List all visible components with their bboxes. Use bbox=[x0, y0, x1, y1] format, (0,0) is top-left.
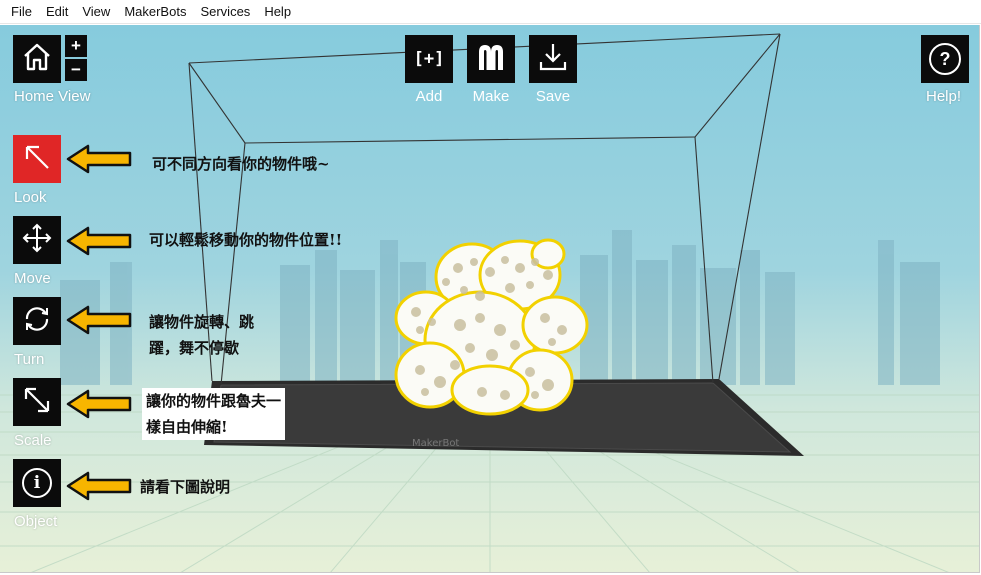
rotate-icon bbox=[20, 302, 54, 341]
svg-text:MakerBot: MakerBot bbox=[412, 438, 459, 449]
move-annotation: 可以輕鬆移動你的物件位置!! bbox=[149, 231, 343, 249]
look-arrow-icon bbox=[66, 144, 132, 174]
home-view-label: Home View bbox=[14, 88, 91, 105]
scale-tool-button[interactable] bbox=[13, 378, 61, 426]
home-icon bbox=[20, 40, 54, 79]
look-label: Look bbox=[14, 189, 47, 206]
turn-arrow-icon bbox=[66, 305, 132, 335]
menu-makerbots[interactable]: MakerBots bbox=[117, 0, 193, 24]
save-label: Save bbox=[535, 88, 571, 105]
make-label: Make bbox=[472, 88, 510, 105]
turn-annotation: 讓物件旋轉、跳 躍，舞不停歇 bbox=[149, 313, 255, 357]
makerbot-m-icon bbox=[474, 40, 508, 79]
look-tool-button[interactable] bbox=[13, 135, 61, 183]
menu-file[interactable]: File bbox=[4, 0, 39, 24]
menu-bar: File Edit View MakerBots Services Help bbox=[0, 0, 981, 24]
look-annotation: 可不同方向看你的物件哦~ bbox=[152, 155, 330, 173]
object-annotation: 請看下圖說明 bbox=[140, 478, 231, 496]
zoom-in-button[interactable]: + bbox=[65, 35, 87, 57]
object-arrow-icon bbox=[66, 471, 132, 501]
save-button[interactable] bbox=[529, 35, 577, 83]
resize-arrow-icon bbox=[20, 383, 54, 422]
diagonal-arrow-icon bbox=[20, 140, 54, 179]
add-button[interactable]: [+] bbox=[405, 35, 453, 83]
move-tool-button[interactable] bbox=[13, 216, 61, 264]
help-label: Help! bbox=[926, 88, 962, 105]
home-view-button[interactable] bbox=[13, 35, 61, 83]
make-button[interactable] bbox=[467, 35, 515, 83]
help-button[interactable]: ? bbox=[921, 35, 969, 83]
download-icon bbox=[536, 40, 570, 79]
object-label: Object bbox=[14, 513, 58, 530]
menu-services[interactable]: Services bbox=[193, 0, 257, 24]
scale-annotation: 讓你的物件跟魯夫一 樣自由伸縮! bbox=[142, 388, 286, 440]
turn-label: Turn bbox=[14, 351, 45, 368]
menu-help[interactable]: Help bbox=[257, 0, 298, 24]
move-label: Move bbox=[14, 270, 51, 287]
scale-label: Scale bbox=[14, 432, 52, 449]
scale-arrow-icon bbox=[66, 389, 132, 419]
question-icon: ? bbox=[929, 43, 961, 75]
four-way-arrow-icon bbox=[20, 221, 54, 260]
object-tool-button[interactable]: i bbox=[13, 459, 61, 507]
add-bracket-icon: [+] bbox=[413, 49, 445, 69]
zoom-out-button[interactable]: − bbox=[65, 59, 87, 81]
menu-view[interactable]: View bbox=[75, 0, 117, 24]
menu-edit[interactable]: Edit bbox=[39, 0, 75, 24]
info-icon: i bbox=[22, 468, 52, 498]
add-label: Add bbox=[415, 88, 443, 105]
turn-tool-button[interactable] bbox=[13, 297, 61, 345]
move-arrow-icon bbox=[66, 226, 132, 256]
3d-viewport[interactable]: MakerBot + − Home View [+] Add Make Save… bbox=[0, 25, 980, 573]
